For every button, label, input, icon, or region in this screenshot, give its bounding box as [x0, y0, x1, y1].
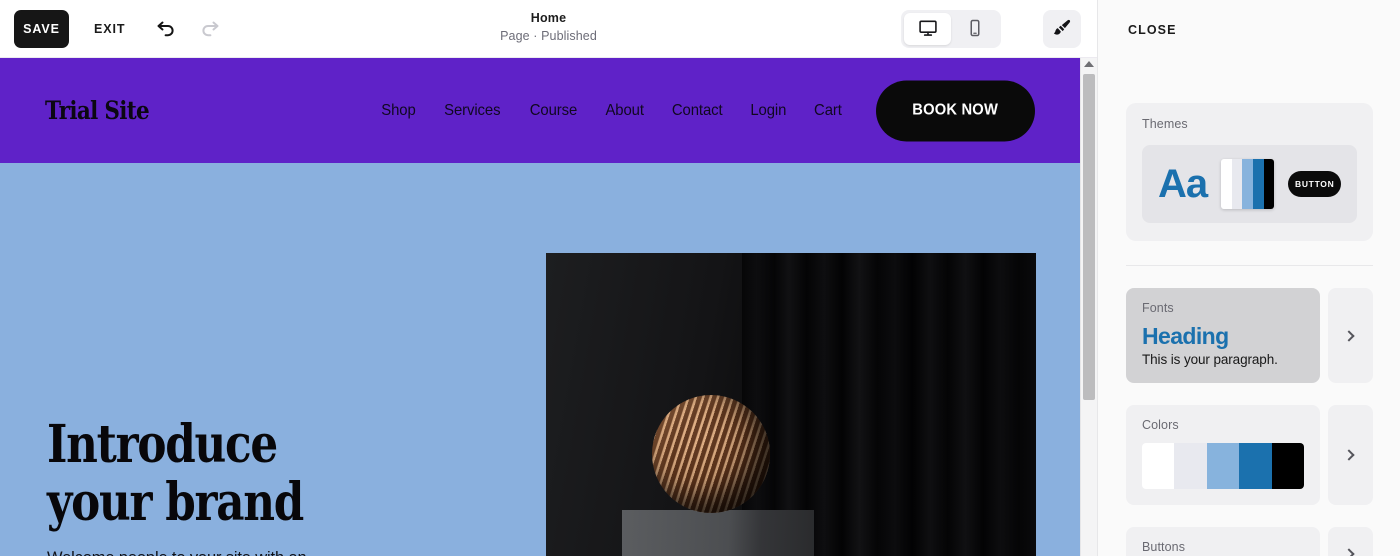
- theme-swatch-5: [1263, 159, 1275, 209]
- site-header[interactable]: Trial Site Shop Services Course About Co…: [0, 58, 1080, 163]
- color-swatch-3: [1206, 443, 1240, 489]
- nav-item-services[interactable]: Services: [444, 102, 500, 120]
- theme-swatch-strip: [1221, 159, 1275, 209]
- site-preview-canvas[interactable]: Trial Site Shop Services Course About Co…: [0, 58, 1097, 556]
- design-side-panel: CLOSE Themes Aa BUTTON Fonts Heading Thi…: [1097, 0, 1400, 556]
- book-now-button[interactable]: BOOK NOW: [876, 80, 1035, 141]
- hero-image-sphere: [652, 395, 770, 513]
- editor-toolbar: SAVE EXIT Home Page · Published: [0, 0, 1097, 58]
- site-logo[interactable]: Trial Site: [45, 96, 150, 125]
- colors-section[interactable]: Colors: [1126, 405, 1320, 505]
- scroll-up-arrow-icon[interactable]: [1084, 61, 1094, 67]
- fonts-paragraph-sample: This is your paragraph.: [1142, 352, 1278, 367]
- fonts-heading-sample: Heading: [1142, 323, 1229, 349]
- buttons-label: Buttons: [1142, 540, 1186, 554]
- chevron-right-icon: [1343, 329, 1355, 342]
- scrollbar-thumb[interactable]: [1083, 74, 1095, 400]
- device-preview-toggle: [901, 10, 1001, 48]
- fonts-row: Fonts Heading This is your paragraph.: [1126, 288, 1373, 383]
- hero-heading[interactable]: Introduce your brand: [47, 416, 324, 532]
- color-swatch-2: [1174, 443, 1207, 489]
- mobile-phone-icon: [965, 18, 985, 41]
- canvas-scrollbar[interactable]: [1080, 58, 1097, 556]
- colors-row: Colors: [1126, 405, 1373, 505]
- hero-section[interactable]: Introduce your brand Welcome people to y…: [0, 163, 1080, 556]
- nav-item-login[interactable]: Login: [751, 102, 787, 120]
- buttons-open-button[interactable]: [1328, 527, 1373, 556]
- desktop-monitor-icon: [918, 18, 938, 41]
- chevron-right-icon: [1343, 547, 1355, 556]
- nav-item-shop[interactable]: Shop: [381, 102, 415, 120]
- hero-paragraph[interactable]: Welcome people to your site with an intr…: [47, 546, 357, 556]
- chevron-right-icon: [1343, 449, 1355, 461]
- close-panel-button[interactable]: CLOSE: [1128, 23, 1177, 37]
- theme-button-sample: BUTTON: [1288, 171, 1341, 197]
- panel-divider: [1126, 265, 1373, 266]
- color-swatch-5: [1271, 443, 1304, 489]
- undo-arrow-icon: [154, 15, 178, 42]
- hero-text-block: Introduce your brand Welcome people to y…: [47, 416, 377, 556]
- editor-area: SAVE EXIT Home Page · Published Trial Si…: [0, 0, 1097, 556]
- design-brush-button[interactable]: [1043, 10, 1081, 48]
- panel-content: Themes Aa BUTTON Fonts Heading This is y…: [1098, 103, 1400, 556]
- buttons-section[interactable]: Buttons: [1126, 527, 1320, 556]
- mobile-view-button[interactable]: [951, 13, 998, 45]
- buttons-row: Buttons: [1126, 527, 1373, 556]
- nav-item-cart[interactable]: Cart: [814, 102, 842, 120]
- fonts-open-button[interactable]: [1328, 288, 1373, 383]
- theme-preview-tile[interactable]: Aa BUTTON: [1142, 145, 1357, 223]
- themes-label: Themes: [1142, 117, 1188, 131]
- hero-image-pedestal: [622, 510, 814, 556]
- nav-item-contact[interactable]: Contact: [672, 102, 723, 120]
- colors-swatch-strip: [1142, 443, 1304, 489]
- desktop-view-button[interactable]: [904, 13, 951, 45]
- redo-button[interactable]: [193, 12, 227, 46]
- undo-button[interactable]: [149, 12, 183, 46]
- fonts-label: Fonts: [1142, 301, 1174, 315]
- colors-open-button[interactable]: [1328, 405, 1373, 505]
- nav-item-course[interactable]: Course: [529, 102, 577, 120]
- color-swatch-4: [1239, 443, 1272, 489]
- theme-swatch-4: [1253, 159, 1264, 209]
- fonts-section[interactable]: Fonts Heading This is your paragraph.: [1126, 288, 1320, 383]
- book-now-label: BOOK NOW: [912, 101, 999, 119]
- hero-image[interactable]: [546, 253, 1036, 556]
- colors-label: Colors: [1142, 418, 1179, 432]
- paintbrush-icon: [1051, 17, 1073, 42]
- exit-button[interactable]: EXIT: [94, 22, 125, 36]
- theme-font-sample: Aa: [1158, 162, 1208, 206]
- nav-item-about[interactable]: About: [605, 102, 644, 120]
- theme-swatch-1: [1221, 159, 1232, 209]
- site-nav: Shop Services Course About Contact Login…: [380, 58, 843, 163]
- redo-arrow-icon: [198, 15, 222, 42]
- color-swatch-1: [1142, 443, 1175, 489]
- theme-swatch-2: [1231, 159, 1243, 209]
- themes-section: Themes Aa BUTTON: [1126, 103, 1373, 241]
- site-editor-window: SAVE EXIT Home Page · Published Trial Si…: [0, 0, 1400, 556]
- save-button[interactable]: SAVE: [14, 9, 69, 48]
- theme-swatch-3: [1242, 159, 1254, 209]
